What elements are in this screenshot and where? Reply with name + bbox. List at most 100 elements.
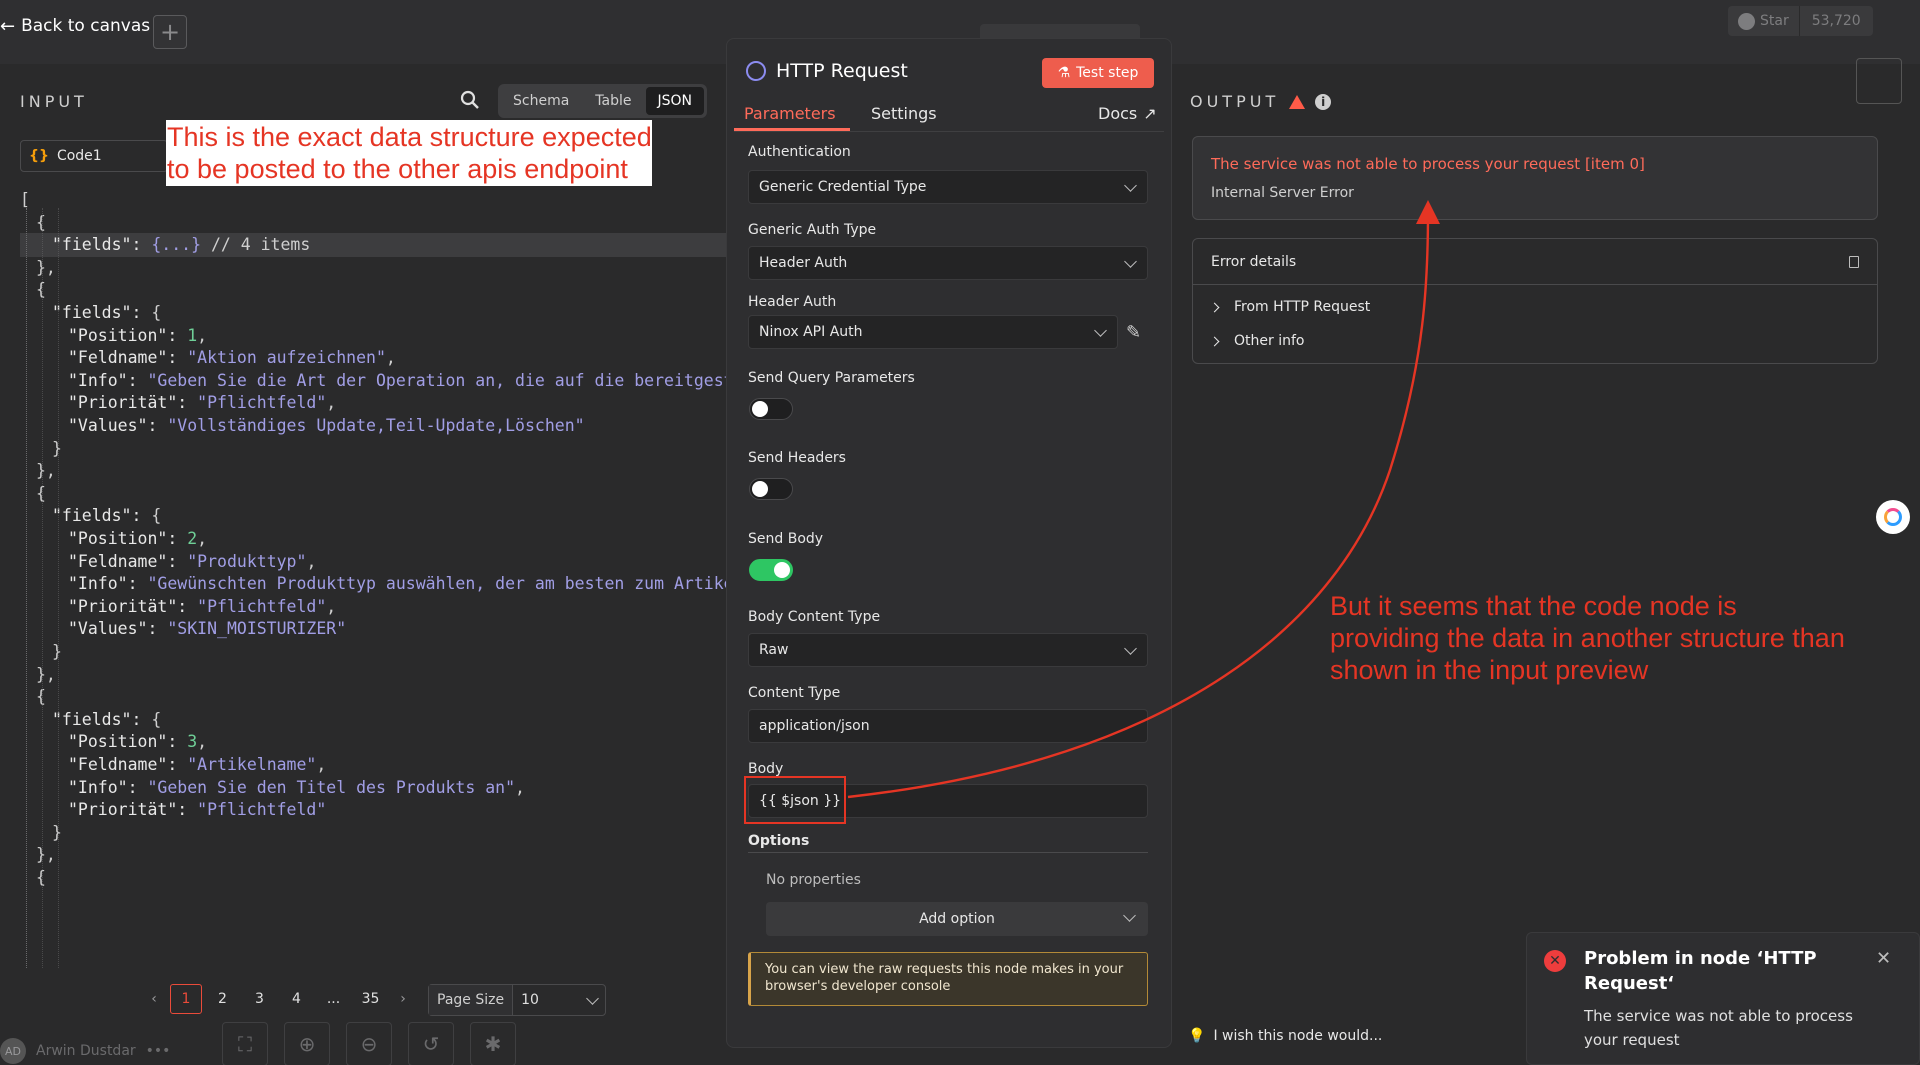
json-token: , xyxy=(326,596,337,616)
warning-icon xyxy=(1289,94,1306,109)
json-token: "Priorität": xyxy=(68,800,198,820)
json-token: "Info": xyxy=(68,777,148,797)
developer-console-notice: You can view the raw requests this node … xyxy=(748,952,1148,1006)
page-4-button[interactable]: 4 xyxy=(278,984,315,1014)
header-auth-label: Header Auth xyxy=(748,294,837,310)
copy-icon[interactable] xyxy=(1849,255,1859,268)
output-header: OUTPUT i xyxy=(1190,92,1332,111)
json-token: 1 xyxy=(187,325,198,345)
header-auth-select[interactable]: Ninox API Auth xyxy=(748,315,1118,349)
chevron-right-icon xyxy=(1209,336,1220,346)
page-1-button[interactable]: 1 xyxy=(170,984,202,1014)
json-token: 2 xyxy=(187,529,198,548)
undo-icon[interactable]: ↺ xyxy=(408,1022,454,1065)
fit-view-icon[interactable]: ⛶ xyxy=(222,1022,268,1065)
json-line: "Priorität": "Pflichtfeld", xyxy=(20,595,336,619)
json-token: "Priorität": xyxy=(68,393,198,413)
tab-parameters[interactable]: Parameters xyxy=(744,104,836,123)
page-3-button[interactable]: 3 xyxy=(241,984,278,1014)
json-token: "Values": xyxy=(68,416,168,435)
user-name: Arwin Dustdar xyxy=(36,1043,136,1059)
json-token: "Position": xyxy=(68,732,188,752)
lightbulb-icon: 💡 xyxy=(1188,1028,1206,1044)
json-token: } xyxy=(52,822,62,842)
json-token: "Priorität": xyxy=(68,596,198,616)
detail-item-label: Other info xyxy=(1234,333,1305,349)
test-step-button[interactable]: ⚗ Test step xyxy=(1042,58,1154,88)
prev-page-chevron-icon[interactable]: ‹ xyxy=(140,984,168,1014)
debug-bug-icon[interactable]: ✱ xyxy=(470,1022,516,1065)
json-line: "Info": "Geben Sie die Art der Operation… xyxy=(20,369,726,393)
star-label: Star xyxy=(1760,13,1789,29)
authentication-select[interactable]: Generic Credential Type xyxy=(748,170,1148,204)
json-line: "Values": "SKIN_MOISTURIZER" xyxy=(20,617,346,641)
clickup-extension-icon[interactable] xyxy=(1876,500,1910,534)
view-schema-tab[interactable]: Schema xyxy=(501,87,581,115)
modal-header: HTTP Request xyxy=(746,60,908,82)
pencil-edit-icon[interactable]: ✎ xyxy=(1126,322,1141,343)
page-size-select[interactable]: Page Size 10 xyxy=(428,984,607,1016)
avatar: AD xyxy=(0,1038,26,1064)
options-label: Options xyxy=(748,833,810,849)
content-type-label: Content Type xyxy=(748,685,841,701)
json-token: 3 xyxy=(187,732,198,752)
chevron-right-icon xyxy=(1209,302,1220,312)
zoom-out-icon[interactable]: ⊖ xyxy=(346,1022,392,1065)
page-35-button[interactable]: 35 xyxy=(352,984,389,1014)
search-icon[interactable] xyxy=(460,90,480,110)
json-line: [ xyxy=(20,188,30,212)
modal-title: HTTP Request xyxy=(776,60,908,82)
json-token: } xyxy=(52,642,62,661)
info-icon[interactable]: i xyxy=(1315,93,1332,110)
view-table-tab[interactable]: Table xyxy=(583,87,643,115)
error-circle-icon: ✕ xyxy=(1544,950,1566,972)
docs-link[interactable]: Docs ↗ xyxy=(1098,104,1157,123)
json-token: } xyxy=(52,438,62,458)
page-ellipsis-button[interactable]: ... xyxy=(315,984,352,1014)
detail-other-info[interactable]: Other info xyxy=(1209,333,1305,349)
options-divider xyxy=(748,852,1148,853)
page-size-value: 10 xyxy=(521,992,539,1008)
json-token: , xyxy=(197,529,208,548)
next-page-chevron-icon[interactable]: › xyxy=(389,984,417,1014)
json-line: "Priorität": "Pflichtfeld" xyxy=(20,798,326,822)
user-menu[interactable]: AD Arwin Dustdar ••• xyxy=(0,1038,170,1064)
json-line: "Position": 1, xyxy=(20,324,207,348)
annotation-body-highlight xyxy=(744,776,846,824)
send-body-label: Send Body xyxy=(748,531,824,547)
json-token: "Feldname": xyxy=(68,551,188,571)
json-token: "fields": xyxy=(52,303,152,322)
view-json-tab[interactable]: JSON xyxy=(645,87,705,115)
zoom-in-icon[interactable]: ⊕ xyxy=(284,1022,330,1065)
json-token: , xyxy=(385,348,396,368)
send-query-toggle[interactable] xyxy=(749,398,793,420)
no-properties-text: No properties xyxy=(766,872,861,888)
json-token: "Feldname": xyxy=(68,755,188,774)
json-token: , xyxy=(306,551,317,571)
detail-from-http-request[interactable]: From HTTP Request xyxy=(1209,299,1370,315)
json-token: }, xyxy=(36,845,56,865)
generic-auth-type-select[interactable]: Header Auth xyxy=(748,246,1148,280)
github-star-button[interactable]: Star 53,720 xyxy=(1728,6,1873,36)
content-type-input[interactable]: application/json xyxy=(748,709,1148,743)
input-node-selector[interactable]: {} Code1 xyxy=(20,140,168,172)
canvas-control-background xyxy=(1856,58,1902,104)
add-node-button[interactable]: + xyxy=(153,15,187,49)
back-to-canvas-link[interactable]: ← Back to canvas xyxy=(0,14,150,38)
send-headers-toggle[interactable] xyxy=(749,478,793,500)
tab-settings[interactable]: Settings xyxy=(871,104,937,123)
json-token: "Geben Sie den Titel des Produkts an" xyxy=(147,777,516,797)
json-line: "Info": "Geben Sie den Titel des Produkt… xyxy=(20,776,525,800)
json-token: { xyxy=(36,687,46,707)
feedback-text: I wish this node would... xyxy=(1213,1028,1383,1044)
test-step-label: Test step xyxy=(1076,65,1139,81)
add-option-button[interactable]: Add option xyxy=(766,902,1148,936)
error-summary-box: The service was not able to process your… xyxy=(1192,136,1878,220)
star-count: 53,720 xyxy=(1811,13,1861,29)
feedback-link[interactable]: 💡 I wish this node would... xyxy=(1188,1028,1382,1044)
page-2-button[interactable]: 2 xyxy=(204,984,241,1014)
body-content-type-select[interactable]: Raw xyxy=(748,633,1148,667)
send-body-toggle[interactable] xyxy=(749,559,793,581)
close-icon[interactable]: ✕ xyxy=(1876,948,1891,969)
chevron-down-icon xyxy=(1124,254,1137,268)
